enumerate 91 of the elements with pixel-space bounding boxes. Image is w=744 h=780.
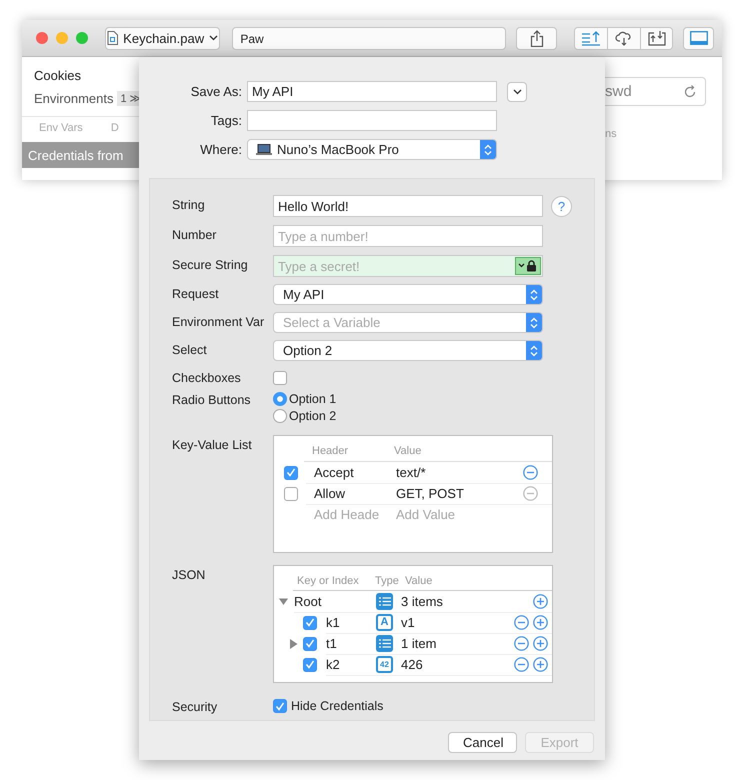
zoom-button[interactable]: [76, 32, 88, 44]
table-cell-text: GET, POST: [396, 486, 465, 500]
column-header: ns: [605, 128, 618, 140]
column-header: Key or Index: [297, 575, 360, 587]
tree-key: Root: [294, 594, 376, 608]
tree-key: k2: [326, 656, 376, 672]
field-text: swd: [605, 83, 632, 100]
column-header: Value: [394, 445, 422, 457]
table-cell-text: text/*: [396, 464, 427, 480]
radio-option[interactable]: Option 2: [273, 409, 336, 423]
select-popup[interactable]: Option 2: [273, 340, 543, 361]
checkbox[interactable]: [284, 466, 298, 480]
document-icon: [107, 31, 118, 45]
table-cell-text: Accept: [314, 464, 355, 480]
expand-button[interactable]: [507, 82, 527, 102]
address-field[interactable]: Paw: [232, 26, 506, 50]
export-toolbar-button[interactable]: [574, 28, 608, 48]
select-popup[interactable]: My API: [273, 284, 543, 305]
column-header: Type: [375, 575, 400, 587]
lines-arrow-icon: [581, 30, 602, 46]
tree-value: 3 items: [401, 594, 444, 608]
lock-menu-icon: [515, 257, 541, 275]
checkbox[interactable]: [273, 699, 287, 713]
disclosure-triangle-icon[interactable]: [279, 597, 288, 606]
import-toolbar-button[interactable]: [640, 28, 672, 48]
share-icon: [530, 30, 544, 46]
field-label: Select: [172, 342, 208, 357]
tray-arrows-icon: [648, 30, 666, 46]
column-header: Value: [405, 575, 432, 587]
remove-icon[interactable]: [523, 464, 538, 480]
tree-key: t1: [326, 636, 376, 650]
stepper-arrows-icon: [526, 313, 542, 332]
column-header: Header: [312, 445, 350, 457]
tree-value: 1 item: [401, 636, 438, 650]
close-button[interactable]: [36, 32, 48, 44]
cloud-toolbar-button[interactable]: [607, 28, 640, 48]
location-popup[interactable]: Nuno’s MacBook Pro: [247, 139, 497, 160]
remove-icon[interactable]: [514, 614, 529, 630]
chevron-icon: [209, 35, 218, 41]
add-icon[interactable]: [533, 594, 548, 608]
tree-value: 426: [401, 656, 424, 672]
sidebar-item[interactable]: Environments: [34, 91, 114, 106]
field-label: String: [172, 197, 206, 212]
field-label: Environment Var: [172, 314, 266, 329]
stepper-arrows-icon: [526, 285, 542, 304]
tags-field[interactable]: [247, 110, 497, 131]
number-type-icon: 42: [376, 656, 393, 672]
cancel-button[interactable]: Cancel: [448, 732, 517, 753]
stepper-arrows-icon: [526, 341, 542, 360]
checkbox[interactable]: [303, 658, 317, 672]
field-label: Save As:: [190, 84, 242, 99]
checkbox[interactable]: [273, 371, 287, 385]
add-icon[interactable]: [533, 636, 548, 650]
add-icon[interactable]: [533, 656, 548, 672]
field-label: Checkboxes: [172, 370, 242, 385]
save-as-field[interactable]: My API: [247, 81, 497, 102]
checkbox[interactable]: [303, 636, 317, 650]
field-label: Tags:: [210, 113, 242, 128]
field-label: Radio Buttons: [172, 392, 252, 407]
banner-row: Credentials from: [22, 142, 139, 168]
sidebar-item[interactable]: Cookies: [22, 57, 139, 83]
document-menu[interactable]: Keychain.paw: [105, 26, 220, 50]
tree-value: v1: [401, 614, 416, 630]
laptop-icon: [256, 144, 272, 155]
cloud-icon: [615, 30, 634, 46]
table-cell-text: Allow: [314, 486, 346, 500]
field-label: JSON: [172, 567, 206, 582]
field-label: Number: [172, 227, 218, 242]
remove-icon[interactable]: [514, 656, 529, 672]
panel-toggle-button[interactable]: [683, 26, 714, 50]
checkbox-label[interactable]: Hide Credentials: [291, 699, 384, 713]
field-label: Key-Value List: [172, 437, 253, 452]
chevron-icon: [512, 88, 522, 94]
string-type-icon: A: [376, 614, 393, 630]
field-label: Where:: [199, 142, 242, 157]
field-label: Request: [172, 286, 220, 301]
text-field[interactable]: Hello World!: [273, 195, 543, 217]
radio-option[interactable]: Option 1: [273, 392, 336, 406]
field-label: Security: [172, 699, 218, 714]
remove-icon[interactable]: [514, 636, 529, 650]
tree-key: k1: [326, 614, 376, 630]
checkbox[interactable]: [303, 616, 317, 630]
list-type-icon: [376, 634, 393, 652]
panel-icon: [690, 31, 708, 45]
add-icon[interactable]: [533, 614, 548, 630]
refresh-icon[interactable]: [684, 85, 697, 98]
disclosure-triangle-icon[interactable]: [289, 638, 298, 648]
stepper-arrows-icon: [480, 140, 496, 159]
share-button[interactable]: [516, 26, 557, 50]
field-label: Secure String: [172, 257, 249, 272]
list-type-icon: [376, 592, 393, 610]
